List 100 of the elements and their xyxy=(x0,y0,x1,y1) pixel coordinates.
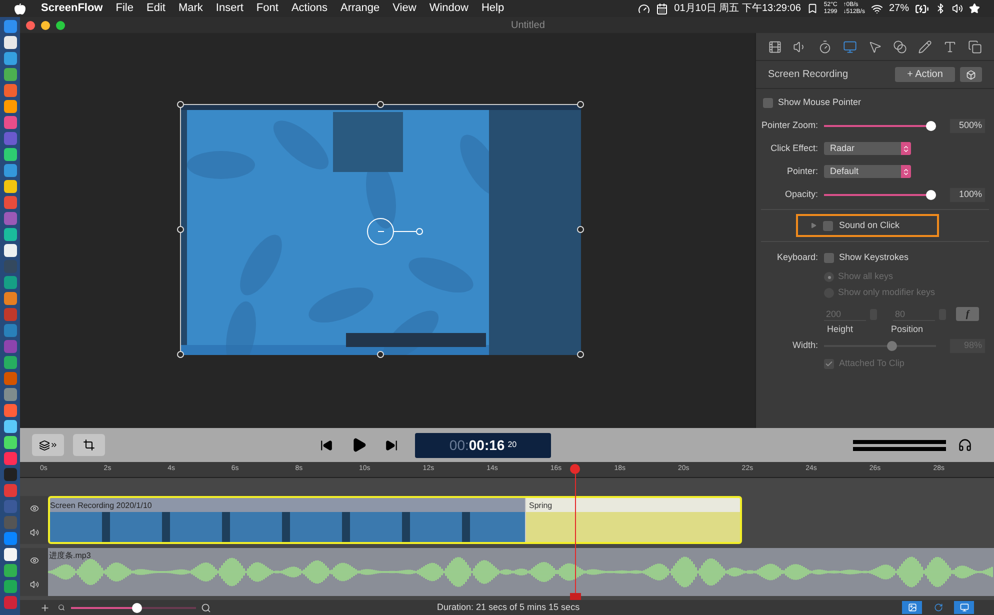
app-menu[interactable]: ScreenFlow xyxy=(41,0,103,17)
star-icon[interactable] xyxy=(969,3,980,14)
menu-item[interactable]: Help xyxy=(481,0,504,17)
timecode: 00:16 xyxy=(468,436,505,454)
app-icon[interactable] xyxy=(4,36,16,49)
field-label: Pointer: xyxy=(786,164,818,178)
app-icon[interactable] xyxy=(4,420,16,433)
app-icon[interactable] xyxy=(4,100,16,113)
visibility-icon[interactable] xyxy=(30,556,38,564)
menu-item[interactable]: File xyxy=(116,0,134,17)
menu-item[interactable]: Actions xyxy=(291,0,328,17)
menu-item[interactable]: Font xyxy=(256,0,278,17)
zoom-out-icon[interactable] xyxy=(58,604,65,611)
value-field[interactable]: 500% xyxy=(950,118,985,132)
fast-forward-icon[interactable] xyxy=(385,438,398,452)
battery-percent[interactable]: 27% xyxy=(888,1,909,16)
slider[interactable] xyxy=(824,190,936,200)
slider[interactable] xyxy=(824,120,936,130)
window-title: Untitled xyxy=(511,18,545,32)
wifi-icon[interactable] xyxy=(870,2,883,14)
checkbox-label: Show Mouse Pointer xyxy=(778,96,862,110)
gauge-icon[interactable] xyxy=(638,2,650,14)
app-icon[interactable] xyxy=(4,180,16,193)
speaker-icon[interactable] xyxy=(30,580,38,588)
visibility-icon[interactable] xyxy=(30,504,38,512)
checkbox[interactable] xyxy=(763,98,773,108)
apple-icon[interactable] xyxy=(14,2,26,14)
action-title: Spring xyxy=(526,498,740,512)
playhead-thumb[interactable] xyxy=(570,464,580,474)
monitor-icon xyxy=(960,603,968,612)
crop-button[interactable] xyxy=(73,434,105,456)
bookmark-icon[interactable] xyxy=(806,3,818,14)
crop-icon xyxy=(83,439,95,451)
clip-title: Screen Recording 2020/1/10 xyxy=(50,500,153,512)
field-label: Click Effect: xyxy=(770,142,818,155)
chevrons-icon xyxy=(50,441,58,449)
rewind-icon[interactable] xyxy=(320,438,333,452)
view-button[interactable] xyxy=(954,601,974,614)
app-icon[interactable] xyxy=(4,548,16,561)
rotate-icon xyxy=(934,603,942,612)
disclosure-icon[interactable] xyxy=(810,222,817,229)
minimize-button[interactable] xyxy=(41,20,50,30)
menu-item[interactable]: Edit xyxy=(146,0,166,17)
checkbox-label: Sound on Click xyxy=(839,218,900,232)
field-label: Width: xyxy=(792,339,818,352)
zoom-button[interactable] xyxy=(56,20,65,30)
zoom-in-icon[interactable] xyxy=(201,602,211,612)
menu-item[interactable]: Insert xyxy=(216,0,244,17)
app-icon[interactable] xyxy=(4,244,16,257)
action-button[interactable]: + Action xyxy=(895,67,955,82)
image-icon xyxy=(908,603,916,612)
image-button[interactable] xyxy=(902,601,922,614)
layers-button[interactable] xyxy=(32,434,64,456)
video-clip[interactable]: Screen Recording 2020/1/10 Spring xyxy=(48,496,742,544)
menu-clock[interactable]: 01月10日 周五 下午13:29:06 xyxy=(674,1,801,16)
playhead-marker[interactable] xyxy=(570,593,582,600)
field-label: Keyboard: xyxy=(776,251,818,264)
close-button[interactable] xyxy=(26,20,35,30)
menu-item[interactable]: Window xyxy=(429,0,468,17)
volume-icon[interactable] xyxy=(952,3,963,14)
resize-handle[interactable] xyxy=(577,226,584,233)
menu-item[interactable]: View xyxy=(392,0,416,17)
menu-item[interactable]: Arrange xyxy=(340,0,380,17)
stepper-icon xyxy=(901,165,911,178)
audio-clip[interactable]: 进度条.mp3 xyxy=(48,548,994,596)
resize-handle[interactable] xyxy=(177,101,184,108)
field-label: Position xyxy=(891,322,924,336)
play-icon[interactable] xyxy=(351,437,367,453)
action-segment[interactable]: Spring xyxy=(525,498,740,542)
calendar-icon[interactable] xyxy=(656,2,668,14)
resize-handle[interactable] xyxy=(377,101,384,108)
dropdown[interactable]: Default xyxy=(824,165,911,178)
resize-handle[interactable] xyxy=(577,351,584,358)
slider[interactable] xyxy=(71,602,196,612)
field-label: Height xyxy=(826,322,854,336)
app-icon[interactable] xyxy=(4,228,16,241)
handle-line xyxy=(394,231,416,232)
timecode-hours: 00: xyxy=(449,436,469,454)
resize-handle[interactable] xyxy=(177,226,184,233)
bluetooth-icon[interactable] xyxy=(935,3,946,14)
cube-icon xyxy=(966,70,976,80)
rotation-handle[interactable] xyxy=(367,218,394,245)
dropdown[interactable]: Radar xyxy=(824,142,911,155)
resize-handle[interactable] xyxy=(377,351,384,358)
checkbox[interactable] xyxy=(823,220,833,230)
app-icon[interactable] xyxy=(4,436,16,449)
panel-heading: Screen Recording xyxy=(768,68,848,82)
app-icon[interactable] xyxy=(4,148,16,161)
cube-button[interactable] xyxy=(960,67,982,82)
value-field[interactable]: 100% xyxy=(950,188,985,202)
checkbox-label: Show Keystrokes xyxy=(839,251,909,264)
menu-item[interactable]: Mark xyxy=(178,0,203,17)
resize-handle[interactable] xyxy=(577,101,584,108)
layers-icon xyxy=(38,440,50,450)
headphones-icon[interactable] xyxy=(958,438,972,452)
field-label: Opacity: xyxy=(784,188,818,201)
clip-title: 进度条.mp3 xyxy=(49,550,91,562)
add-icon[interactable] xyxy=(40,602,50,612)
speaker-icon[interactable] xyxy=(30,528,38,536)
resize-handle[interactable] xyxy=(177,351,184,358)
